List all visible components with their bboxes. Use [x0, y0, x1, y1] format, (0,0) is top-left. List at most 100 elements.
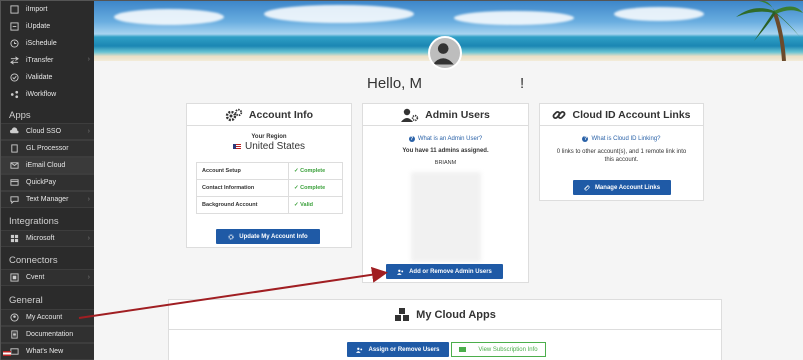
- sidebar-section-general: General: [9, 295, 43, 306]
- status-label: Account Setup: [196, 162, 289, 180]
- table-row: Background Account ✓ Valid: [196, 196, 343, 214]
- status-value: ✓ Complete: [288, 162, 343, 180]
- account-info-title: Account Info: [248, 108, 314, 121]
- sidebar-item-iworkflow[interactable]: iWorkflow: [1, 86, 94, 103]
- subscription-icon: [459, 347, 467, 352]
- transfer-icon: [10, 56, 19, 65]
- cloud-icon: [10, 127, 19, 136]
- status-text: Valid: [300, 202, 313, 208]
- sidebar-item-quickpay[interactable]: QuickPay: [1, 174, 94, 191]
- sidebar-item-label: iWorkflow: [26, 91, 57, 98]
- cloud-shape: [454, 11, 574, 25]
- chevron-right-icon: ›: [87, 128, 90, 135]
- link-icon: [553, 110, 566, 119]
- sidebar-item-text-manager[interactable]: Text Manager ›: [1, 191, 94, 208]
- region-value: United States: [244, 141, 306, 152]
- avatar[interactable]: [428, 36, 462, 70]
- assign-remove-users-button[interactable]: Assign or Remove Users: [347, 342, 449, 357]
- sidebar-item-microsoft[interactable]: Microsoft ›: [1, 230, 94, 247]
- cloud-links-help-link[interactable]: ? What is Cloud ID Linking?: [540, 136, 703, 142]
- update-account-label: Update My Account Info: [239, 233, 308, 240]
- admin-users-card: Admin Users ? What is an Admin User? You…: [362, 103, 529, 283]
- boxes-icon: [395, 307, 410, 321]
- sidebar-item-label: My Account: [26, 314, 63, 321]
- status-text: Complete: [300, 168, 326, 174]
- add-remove-admin-button[interactable]: Add or Remove Admin Users: [386, 264, 503, 279]
- update-account-button[interactable]: Update My Account Info: [216, 229, 320, 244]
- sidebar-item-my-account[interactable]: My Account: [1, 309, 94, 326]
- admin-name: BRIANM: [434, 160, 457, 166]
- sidebar-item-iimport[interactable]: iImport: [1, 1, 94, 18]
- cloud-links-card: Cloud ID Account Links ? What is Cloud I…: [539, 103, 704, 201]
- sidebar-item-ivalidate[interactable]: iValidate: [1, 69, 94, 86]
- email-icon: [10, 161, 19, 170]
- user-gear-icon: [401, 108, 419, 122]
- admin-users-title: Admin Users: [425, 108, 490, 121]
- admin-users-header: Admin Users: [363, 104, 528, 126]
- admin-help-link-text: What is an Admin User?: [417, 136, 483, 142]
- cloud-apps-panel: My Cloud Apps Assign or Remove Users Vie…: [168, 299, 722, 360]
- import-icon: [10, 5, 19, 14]
- cvent-icon: [10, 273, 19, 282]
- sidebar: iImport iUpdate iSchedule iTransfer › iV…: [1, 1, 94, 360]
- cloud-links-title: Cloud ID Account Links: [572, 108, 691, 121]
- sidebar-item-documentation[interactable]: Documentation: [1, 326, 94, 343]
- status-value: ✓ Complete: [288, 179, 343, 197]
- sidebar-item-iemail-cloud[interactable]: iEmail Cloud: [1, 157, 94, 174]
- table-row: Account Setup ✓ Complete: [196, 162, 343, 180]
- sidebar-item-label: iValidate: [26, 74, 53, 81]
- sidebar-item-cloud-sso[interactable]: Cloud SSO ›: [1, 123, 94, 140]
- sidebar-item-label: iSchedule: [26, 40, 57, 47]
- sidebar-item-itransfer[interactable]: iTransfer ›: [1, 52, 94, 69]
- main-content: Hello, M ! Account Info Your Region Unit…: [94, 36, 803, 360]
- sidebar-item-label: iUpdate: [26, 23, 51, 30]
- sidebar-item-label: Documentation: [26, 331, 74, 338]
- sidebar-section-connectors: Connectors: [9, 255, 58, 266]
- schedule-icon: [10, 39, 19, 48]
- chevron-right-icon: ›: [87, 274, 90, 281]
- news-icon: [10, 347, 19, 356]
- sidebar-section-apps: Apps: [9, 110, 31, 121]
- payment-icon: [10, 178, 19, 187]
- account-info-header: Account Info: [187, 104, 351, 126]
- sidebar-item-cvent[interactable]: Cvent ›: [1, 269, 94, 286]
- text-icon: [10, 195, 19, 204]
- admin-help-link[interactable]: ? What is an Admin User?: [363, 136, 528, 142]
- users-icon: [397, 269, 404, 275]
- status-label: Background Account: [196, 196, 289, 214]
- us-flag-icon: [3, 351, 11, 356]
- question-icon: ?: [582, 136, 589, 142]
- sidebar-item-iupdate[interactable]: iUpdate: [1, 18, 94, 35]
- validate-icon: [10, 73, 19, 82]
- sidebar-item-gl-processor[interactable]: GL Processor: [1, 140, 94, 157]
- cloud-shape: [114, 9, 224, 25]
- status-value: ✓ Valid: [288, 196, 343, 214]
- question-icon: ?: [408, 136, 415, 142]
- sidebar-item-label: Cvent: [26, 274, 45, 281]
- sidebar-item-label: What's New: [26, 348, 64, 355]
- account-icon: [10, 313, 19, 322]
- sidebar-item-label: Microsoft: [26, 235, 55, 242]
- sidebar-item-ischedule[interactable]: iSchedule: [1, 35, 94, 52]
- view-subscription-button[interactable]: View Subscription Info: [451, 342, 546, 357]
- sidebar-item-label: Cloud SSO: [26, 128, 62, 135]
- redacted-admin-list: [411, 172, 481, 262]
- sidebar-item-whats-new[interactable]: What's New: [1, 343, 94, 360]
- sidebar-item-label: iEmail Cloud: [26, 162, 66, 169]
- manage-account-links-label: Manage Account Links: [594, 184, 661, 191]
- palm-tree-icon: [736, 1, 803, 61]
- greeting-suffix: !: [520, 75, 525, 92]
- chevron-right-icon: ›: [87, 235, 90, 242]
- microsoft-icon: [10, 234, 19, 243]
- sidebar-item-label: iTransfer: [26, 57, 54, 64]
- cloud-apps-header: My Cloud Apps: [169, 300, 721, 330]
- manage-account-links-button[interactable]: Manage Account Links: [573, 180, 671, 195]
- sidebar-item-label: QuickPay: [26, 179, 56, 186]
- cloud-shape: [264, 5, 414, 23]
- processor-icon: [10, 144, 19, 153]
- update-icon: [10, 22, 19, 31]
- region-value-row: United States: [187, 141, 351, 152]
- chevron-right-icon: ›: [87, 196, 90, 203]
- sidebar-section-integrations: Integrations: [9, 216, 59, 227]
- view-subscription-label: View Subscription Info: [478, 346, 538, 353]
